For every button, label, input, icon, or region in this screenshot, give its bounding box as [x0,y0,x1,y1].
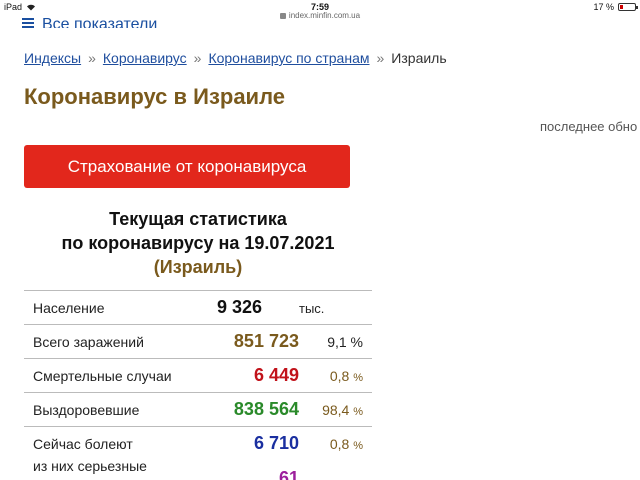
stats-row-population: Население 9 326 тыс. [24,291,372,325]
stats-title-line1: Текущая статистика [109,209,287,229]
breadcrumb-separator: » [88,50,96,66]
stats-country: (Израиль) [153,257,243,277]
breadcrumb-by-country[interactable]: Коронавирус по странам [208,50,369,66]
stats-row-recovered: Выздоровевшие 838 564 98,4 % [24,393,372,427]
row-percent: 9,1 % [327,334,363,350]
row-label: Всего заражений [33,334,144,350]
row-percent: 0,8 % [329,368,363,384]
row-value: 851 723 [233,331,299,351]
battery-icon [618,3,638,11]
insurance-button[interactable]: Страхование от коронавируса [24,145,350,188]
all-indicators-link[interactable]: Все показатели [42,16,157,28]
row-value: 838 564 [233,399,299,419]
row-unit: тыс. [299,301,325,316]
breadcrumb-separator: » [376,50,385,66]
breadcrumb-separator: » [193,50,202,66]
stats-row-active: Сейчас болеют 6 710 0,8 % из них серьезн… [24,427,372,480]
row-value: 6 449 [253,365,299,385]
row-label: Население [33,300,105,316]
breadcrumb-current: Израиль [391,50,447,66]
breadcrumb-coronavirus[interactable]: Коронавирус [103,50,187,66]
row-label: Выздоровевшие [33,402,140,418]
row-label-serious: из них серьезные [33,458,147,474]
menu-icon[interactable] [22,18,34,28]
stats-title: Текущая статистика по коронавирусу на 19… [24,207,372,279]
breadcrumb: Индексы » Коронавирус » Коронавирус по с… [24,50,447,66]
stats-title-line2: по коронавирусу на 19.07.2021 [61,233,335,253]
row-value: 9 326 [217,297,263,317]
row-label: Сейчас болеют [33,436,133,452]
page-title: Коронавирус в Израиле [24,84,286,109]
url-text: index.minfin.com.ua [288,11,361,20]
stats-row-deaths: Смертельные случаи 6 449 0,8 % [24,359,372,393]
top-navigation: Все показатели [22,10,157,28]
row-value: 6 710 [253,433,299,453]
row-percent: 98,4 % [322,402,363,418]
row-value-serious: 61 [278,468,299,480]
lock-icon [279,13,286,19]
stats-row-total-cases: Всего заражений 851 723 9,1 % [24,325,372,359]
last-update-text: последнее обно [540,119,638,134]
row-percent: 0,8 % [329,436,363,452]
breadcrumb-indices[interactable]: Индексы [24,50,81,66]
row-label: Смертельные случаи [33,368,172,384]
stats-table: Население 9 326 тыс. Всего заражений 851… [24,290,372,480]
